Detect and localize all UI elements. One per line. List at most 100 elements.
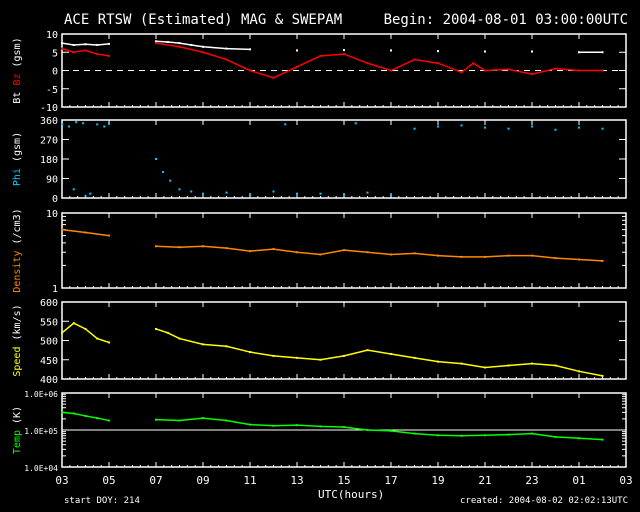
data-point-density xyxy=(272,248,275,251)
data-point-bz xyxy=(413,58,416,61)
data-point-phi xyxy=(343,193,345,196)
data-point-phi xyxy=(460,124,463,127)
x-tick-label: 03 xyxy=(619,474,632,487)
data-point-phi xyxy=(354,122,357,125)
y-axis-label: Bt Bz (gsm) xyxy=(12,37,23,103)
y-axis-label-part: (/cm3) xyxy=(12,208,23,250)
data-point-density xyxy=(484,255,486,258)
data-point-speed xyxy=(531,362,533,365)
y-tick-label: 10 xyxy=(46,30,58,41)
y-tick-label: 270 xyxy=(40,136,58,147)
y-tick-label: 550 xyxy=(40,317,58,328)
x-tick-label: 07 xyxy=(149,474,162,487)
panel-bt: 10 5 0 -5 -10 Bt Bz (gsm) xyxy=(12,30,627,114)
data-point-density xyxy=(155,245,157,248)
data-point-bz xyxy=(178,45,181,48)
y-axis-label: Phi (gsm) xyxy=(12,132,23,186)
data-point-density xyxy=(61,228,63,231)
created-time: created: 2004-08-02 02:02:13UTC xyxy=(460,496,628,506)
data-point-bz xyxy=(437,62,439,65)
data-point-bt xyxy=(190,43,193,46)
data-point-density xyxy=(390,253,392,256)
data-point-bz xyxy=(460,71,463,74)
y-tick-label: 450 xyxy=(40,356,58,367)
y-axis-label-part: (km/s) xyxy=(12,304,23,346)
data-point-phi xyxy=(96,123,99,126)
y-tick-label: 10 xyxy=(46,209,58,220)
x-tick-label: 23 xyxy=(525,474,538,487)
data-point-phi xyxy=(103,125,106,128)
data-point-phi xyxy=(413,127,416,130)
x-tick-label: 21 xyxy=(478,474,491,487)
y-tick-label: 1.0E+06 xyxy=(24,390,58,399)
data-point-bt xyxy=(249,48,251,51)
data-point-temp xyxy=(531,432,533,435)
data-point-bt xyxy=(225,47,228,50)
x-tick-label: 01 xyxy=(572,474,585,487)
x-tick-label: 19 xyxy=(431,474,444,487)
x-tick-label: 15 xyxy=(337,474,350,487)
data-point-temp xyxy=(578,437,580,440)
data-point-speed xyxy=(155,327,157,330)
panel-frame xyxy=(61,119,627,199)
y-tick-label: 1.0E+05 xyxy=(24,427,58,436)
data-point-speed xyxy=(84,327,87,330)
panel-temp: 1.0E+06 1.0E+05 1.0E+04 Temp (K) xyxy=(12,390,627,473)
data-point-density xyxy=(178,246,181,249)
data-point-density xyxy=(319,253,322,256)
data-point-phi xyxy=(178,188,181,191)
x-tick-label: 05 xyxy=(102,474,115,487)
data-point-bz xyxy=(507,68,510,71)
x-axis-label: UTC(hours) xyxy=(318,488,385,501)
plot-area: 1050-5-10Bt Bz (gsm)360270180900Phi (gsm… xyxy=(12,30,633,487)
data-point-speed xyxy=(72,322,75,325)
y-tick-label: 1 xyxy=(52,284,58,295)
data-point-bz xyxy=(554,67,557,70)
x-tick-label: 03 xyxy=(55,474,68,487)
data-point-temp xyxy=(155,418,157,421)
panel-phi: 360 270 180 90 0 Phi (gsm) xyxy=(12,116,627,205)
data-point-speed xyxy=(108,341,110,344)
data-point-phi xyxy=(601,127,604,130)
panel-density: 10 1 Density (/cm3) xyxy=(12,208,627,295)
data-point-speed xyxy=(578,370,580,373)
data-point-phi xyxy=(578,126,580,129)
data-point-phi xyxy=(319,192,322,195)
data-point-temp xyxy=(507,433,510,436)
data-point-bt xyxy=(96,43,99,46)
series-line-speed xyxy=(61,322,110,344)
data-point-bt xyxy=(84,43,87,46)
data-point-bz xyxy=(84,49,87,52)
data-point-temp xyxy=(108,419,110,422)
y-tick-label: 400 xyxy=(40,375,58,386)
data-point-bt xyxy=(178,42,181,45)
data-point-bt xyxy=(166,41,169,44)
data-point-speed xyxy=(319,358,322,361)
data-point-temp xyxy=(554,435,557,438)
data-point-bz xyxy=(343,53,345,56)
data-point-bz xyxy=(155,42,157,45)
data-point-bz xyxy=(249,69,251,72)
data-point-bt xyxy=(155,40,157,43)
data-point-bt xyxy=(578,51,580,54)
data-point-bz xyxy=(531,73,533,76)
data-point-phi xyxy=(61,123,63,126)
series-line-temp xyxy=(155,417,603,441)
data-point-phi xyxy=(75,121,78,124)
data-point-bt xyxy=(108,42,110,45)
start-doy: start DOY: 214 xyxy=(64,496,140,506)
y-axis-label: Speed (km/s) xyxy=(12,304,23,376)
y-axis-label-part: Phi xyxy=(12,168,23,186)
y-axis-label-part: (K) xyxy=(12,406,23,430)
data-point-speed xyxy=(272,354,275,357)
y-tick-label: 360 xyxy=(40,116,58,127)
data-point-phi xyxy=(284,123,287,126)
data-point-bz xyxy=(366,62,369,65)
data-point-speed xyxy=(484,366,486,369)
y-tick-label: 180 xyxy=(40,155,58,166)
data-point-phi xyxy=(437,125,439,128)
data-point-density xyxy=(578,258,580,261)
x-tick-label: 11 xyxy=(243,474,256,487)
data-point-phi xyxy=(484,126,486,129)
data-point-temp xyxy=(249,423,251,426)
